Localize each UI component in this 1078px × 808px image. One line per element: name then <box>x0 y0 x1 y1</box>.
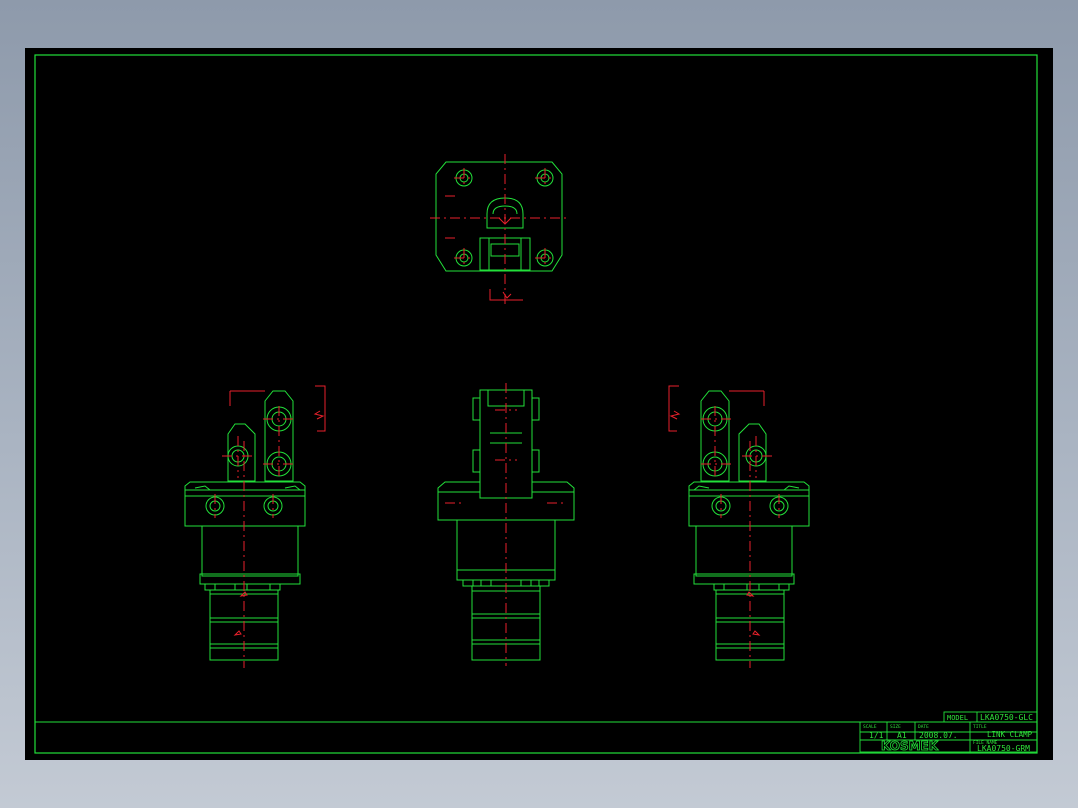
title-block-text: MODEL LKA0750-GLC SCALE 1/1 SIZE A1 DATE… <box>863 713 1033 753</box>
title-value: LINK CLAMP <box>987 730 1033 739</box>
model-value: LKA0750-GLC <box>980 713 1033 722</box>
file-name-value: LKA0750-GRM <box>977 744 1030 753</box>
border-frame <box>34 54 1038 754</box>
size-label: SIZE <box>890 724 901 730</box>
date-label: DATE <box>918 724 929 730</box>
left-side-view <box>184 385 326 669</box>
title-label: TITLE <box>973 724 987 730</box>
drawing-sheet: MODEL LKA0750-GLC SCALE 1/1 SIZE A1 DATE… <box>25 48 1053 760</box>
scale-label: SCALE <box>863 724 877 730</box>
brand-logo: KOSMEK <box>881 739 939 753</box>
model-label: MODEL <box>947 714 968 722</box>
front-view <box>437 383 575 666</box>
right-side-view <box>668 385 810 669</box>
top-view <box>430 154 570 308</box>
cad-drawing: MODEL LKA0750-GLC SCALE 1/1 SIZE A1 DATE… <box>34 54 1038 754</box>
